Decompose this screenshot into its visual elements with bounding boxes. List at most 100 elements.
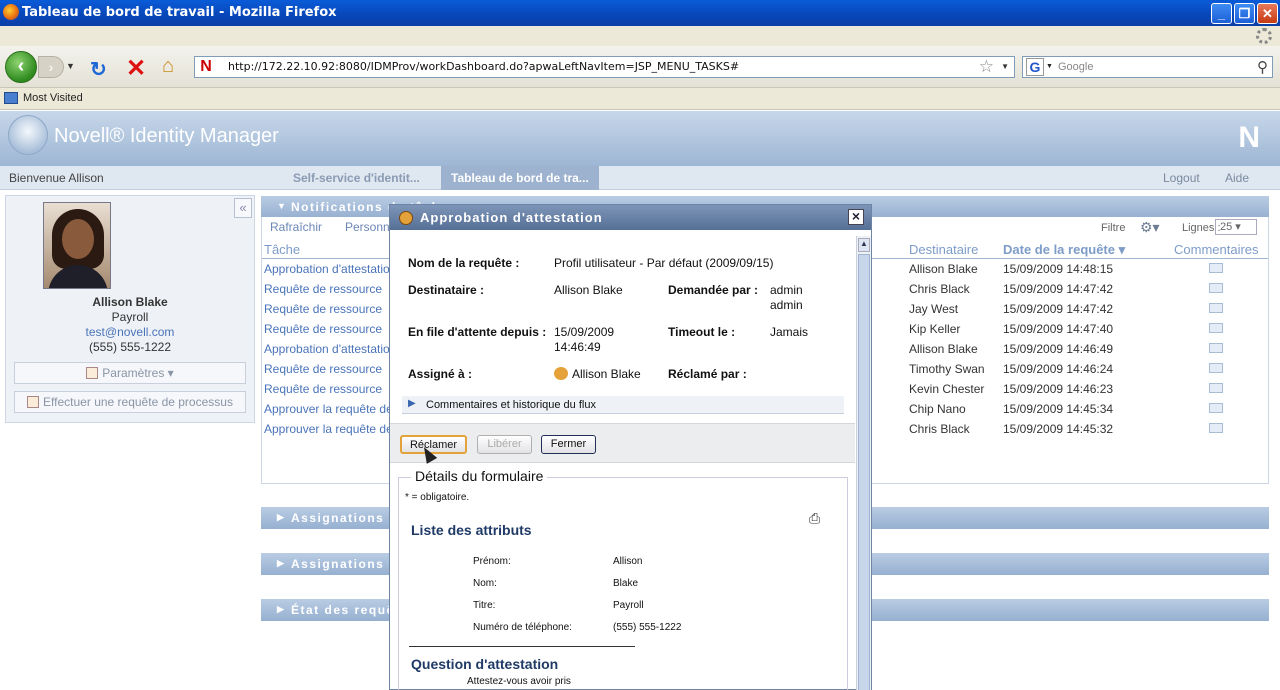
comment-icon[interactable] (1209, 383, 1223, 393)
task-link[interactable]: Approuver la requête de (264, 402, 393, 416)
task-link[interactable]: Requête de ressource (264, 282, 382, 296)
loading-throbber-icon (1256, 28, 1272, 44)
settings-button[interactable]: Paramètres ▾ (14, 362, 246, 384)
lines-select[interactable]: 25 ▾ (1215, 219, 1257, 235)
back-button[interactable]: ‹ (5, 51, 37, 83)
recipient-value: Allison Blake (554, 283, 623, 297)
dialog-button-bar: Réclamer Libérer Fermer (390, 423, 855, 463)
date-cell: 15/09/2009 14:46:49 (1003, 342, 1114, 356)
maximize-button[interactable]: ❐ (1234, 3, 1255, 24)
dialog-header[interactable]: Approbation d'attestation × (390, 205, 871, 230)
expand-arrow-icon[interactable]: ▶ (277, 512, 285, 523)
task-link[interactable]: Requête de ressource (264, 322, 382, 336)
task-link[interactable]: Approbation d'attestation (264, 262, 396, 276)
task-link[interactable]: Requête de ressource (264, 382, 382, 396)
close-icon[interactable]: × (848, 209, 864, 225)
date-cell: 15/09/2009 14:45:32 (1003, 422, 1114, 436)
recipient-cell: Chris Black (909, 422, 970, 436)
dialog-scrollbar[interactable]: ▲ (856, 236, 871, 690)
reload-icon[interactable]: ↻ (90, 57, 107, 82)
expand-arrow-icon[interactable]: ▶ (408, 398, 416, 409)
date-cell: 15/09/2009 14:46:23 (1003, 382, 1114, 396)
tab-dashboard[interactable]: Tableau de bord de tra... (441, 166, 599, 190)
col-recipient[interactable]: Destinataire (909, 242, 978, 257)
release-button[interactable]: Libérer (477, 435, 532, 454)
history-dropdown-icon[interactable]: ▼ (66, 61, 75, 71)
queued-date: 15/09/2009 (554, 325, 615, 339)
expand-arrow-icon[interactable]: ▶ (277, 558, 285, 569)
close-window-button[interactable]: ✕ (1257, 3, 1278, 24)
comment-icon[interactable] (1209, 423, 1223, 433)
home-icon[interactable]: ⌂ (162, 55, 174, 78)
attribute-name: Titre: (473, 600, 496, 611)
task-link[interactable]: Approbation d'attestation (264, 342, 396, 356)
request-name-label: Nom de la requête : (408, 256, 520, 270)
settings-icon (86, 367, 99, 379)
comment-icon[interactable] (1209, 303, 1223, 313)
filter-icon[interactable]: ⚙▾ (1140, 219, 1160, 236)
engine-dropdown-icon[interactable]: ▼ (1046, 63, 1053, 70)
comment-icon[interactable] (1209, 263, 1223, 273)
navigation-toolbar: ‹ › ▼ ↻ ✕ ⌂ N http://172.22.10.92:8080/I… (0, 46, 1280, 88)
window-title: Tableau de bord de travail - Mozilla Fir… (22, 5, 337, 20)
history-label[interactable]: Commentaires et historique du flux (426, 399, 596, 411)
task-link[interactable]: Requête de ressource (264, 362, 382, 376)
comment-icon[interactable] (1209, 403, 1223, 413)
attribute-name: Numéro de téléphone: (473, 622, 572, 633)
close-button[interactable]: Fermer (541, 435, 596, 454)
logout-link[interactable]: Logout (1163, 171, 1200, 185)
collapse-panel-icon[interactable]: « (234, 198, 252, 218)
scroll-up-icon[interactable]: ▲ (858, 238, 870, 252)
dialog-title: Approbation d'attestation (420, 210, 603, 225)
date-cell: 15/09/2009 14:47:42 (1003, 282, 1114, 296)
google-engine-icon[interactable]: G (1026, 58, 1044, 76)
recipient-cell: Allison Blake (909, 342, 978, 356)
comment-icon[interactable] (1209, 363, 1223, 373)
bookmark-most-visited[interactable]: Most Visited (23, 92, 83, 104)
task-link[interactable]: Approuver la requête de (264, 422, 393, 436)
bookmark-folder-icon (4, 92, 18, 104)
date-cell: 15/09/2009 14:45:34 (1003, 402, 1114, 416)
print-icon[interactable]: ⎙ (809, 510, 820, 527)
address-bar[interactable]: N http://172.22.10.92:8080/IDMProv/workD… (194, 56, 1015, 78)
forward-button[interactable]: › (38, 56, 64, 78)
expand-arrow-icon[interactable]: ▶ (277, 604, 285, 615)
question-text: Attestez-vous avoir pris (467, 676, 571, 687)
search-bar[interactable]: G ▼ Google ⚲ (1022, 56, 1273, 78)
task-link[interactable]: Requête de ressource (264, 302, 382, 316)
search-input[interactable]: Google (1058, 61, 1093, 73)
help-link[interactable]: Aide (1225, 171, 1249, 185)
menu-strip (0, 26, 1280, 46)
profile-email-link[interactable]: test@novell.com (6, 325, 254, 339)
scroll-thumb[interactable] (858, 254, 870, 690)
recipient-cell: Kip Keller (909, 322, 961, 336)
url-dropdown-icon[interactable]: ▼ (1001, 62, 1009, 71)
attributes-section-title: Liste des attributs (411, 522, 532, 538)
history-expander[interactable]: ▶ Commentaires et historique du flux (402, 396, 844, 414)
stop-icon[interactable]: ✕ (126, 54, 146, 83)
col-task[interactable]: Tâche (264, 242, 300, 257)
expand-arrow-icon[interactable]: ▼ (277, 201, 287, 211)
site-favicon-icon: N (200, 58, 212, 75)
process-request-button[interactable]: Effectuer une requête de processus (14, 391, 246, 413)
refresh-link[interactable]: Rafraîchir (270, 220, 322, 234)
minimize-button[interactable]: _ (1211, 3, 1232, 24)
col-comments: Commentaires (1174, 242, 1259, 257)
tab-self-service[interactable]: Self-service d'identit... (283, 166, 430, 190)
recipient-cell: Chris Black (909, 282, 970, 296)
firefox-icon (3, 4, 19, 20)
comment-icon[interactable] (1209, 323, 1223, 333)
comment-icon[interactable] (1209, 343, 1223, 353)
filter-label[interactable]: Filtre (1101, 222, 1125, 234)
search-icon[interactable]: ⚲ (1257, 58, 1268, 76)
bookmark-star-icon[interactable]: ☆ (979, 57, 994, 77)
recipient-cell: Jay West (909, 302, 959, 316)
form-legend: Détails du formulaire (411, 468, 548, 484)
recipient-label: Destinataire : (408, 283, 485, 297)
requested-by-label: Demandée par : (668, 283, 759, 297)
attribute-row: Numéro de téléphone: (555) 555-1222 (469, 618, 803, 638)
url-text[interactable]: http://172.22.10.92:8080/IDMProv/workDas… (228, 60, 739, 73)
window-titlebar: Tableau de bord de travail - Mozilla Fir… (0, 0, 1280, 26)
col-date[interactable]: Date de la requête ▾ (1003, 242, 1125, 258)
comment-icon[interactable] (1209, 283, 1223, 293)
